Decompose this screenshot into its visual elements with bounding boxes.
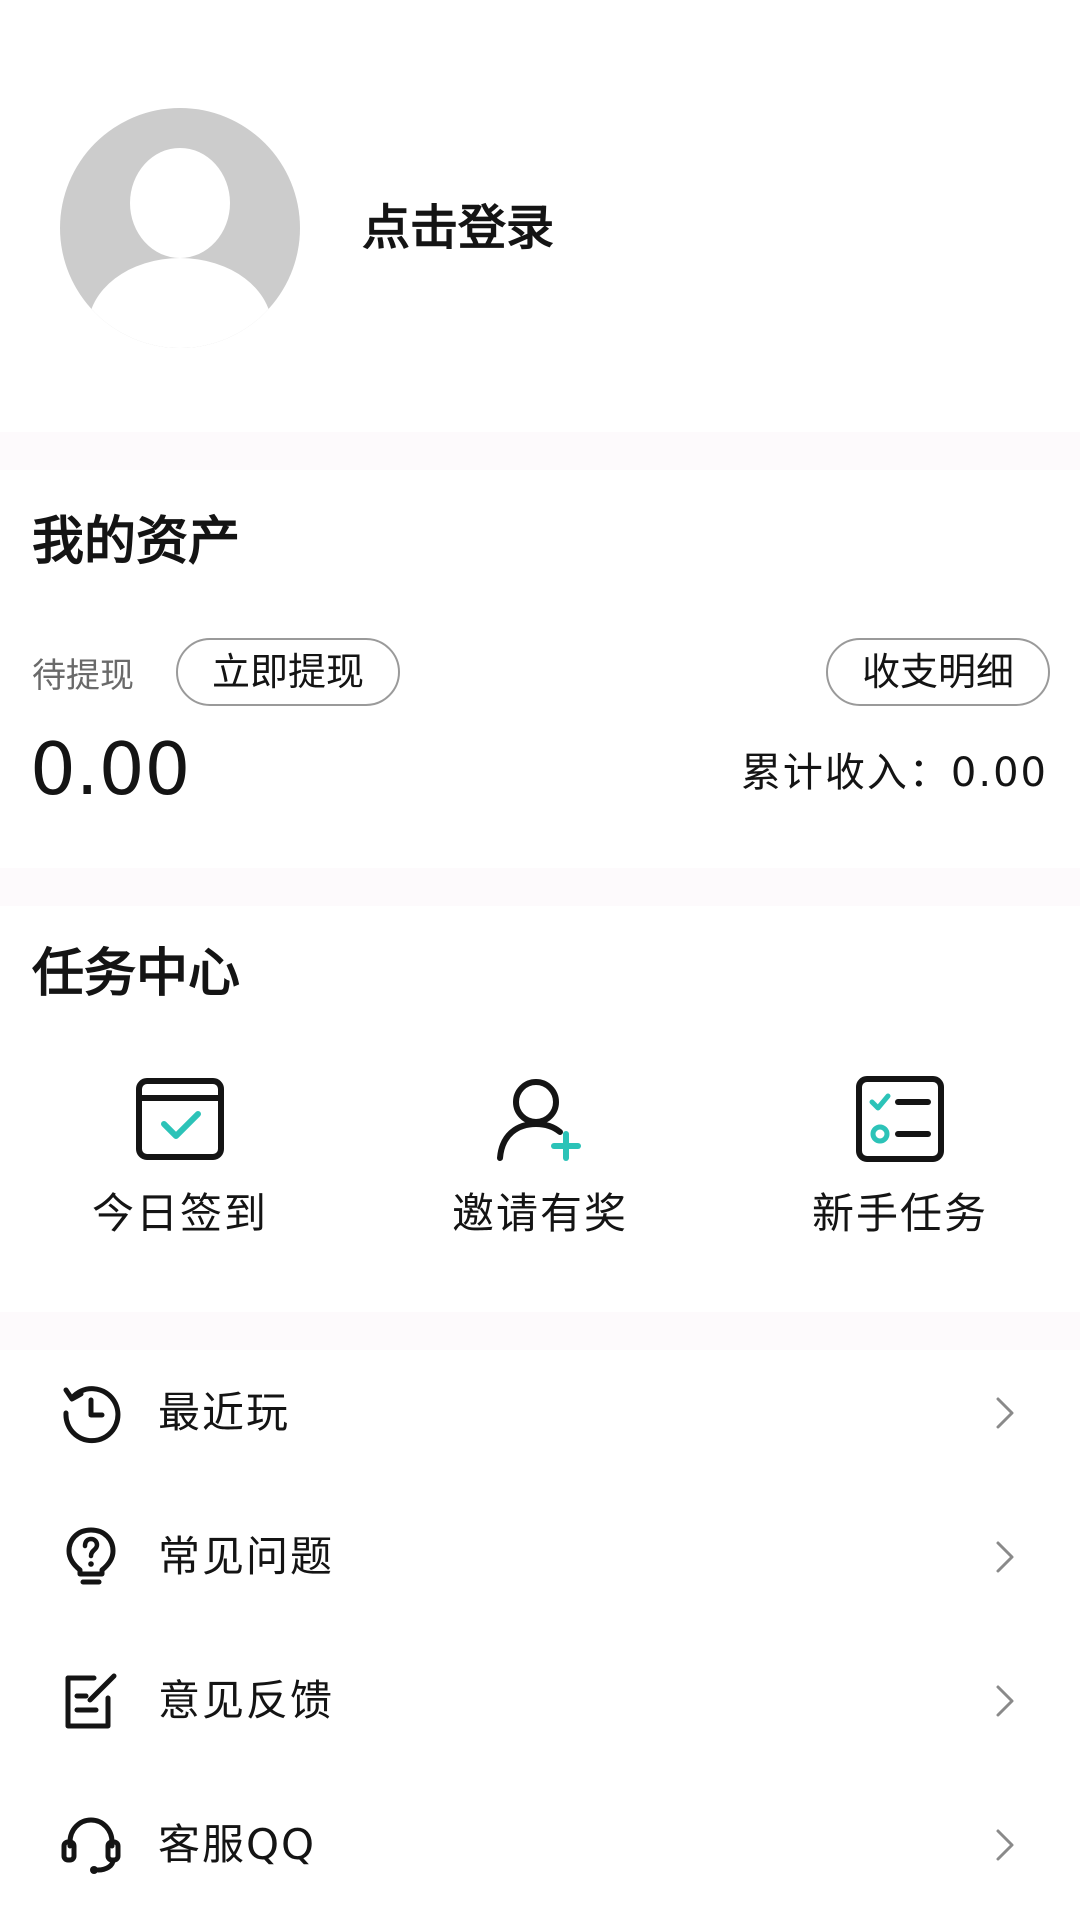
- pending-withdraw-label: 待提现: [32, 656, 134, 696]
- assets-title: 我的资产: [32, 512, 241, 572]
- menu-item-label: 最近玩: [158, 1388, 291, 1437]
- chevron-right-icon: [996, 1685, 1014, 1717]
- balance-value: 0.00: [30, 727, 191, 811]
- total-income: 累计收入：0.00: [740, 750, 1048, 796]
- avatar-head: [130, 148, 230, 258]
- chevron-right-icon: [996, 1829, 1014, 1861]
- task-label: 今日签到: [91, 1189, 268, 1238]
- calendar-check-icon: [136, 1078, 224, 1160]
- section-divider: [0, 868, 1080, 906]
- menu-item-label: 意见反馈: [158, 1676, 335, 1725]
- menu-item-customer-service[interactable]: 客服QQ: [0, 1772, 1080, 1916]
- withdraw-button[interactable]: 立即提现: [176, 638, 400, 706]
- task-center-title: 任务中心: [32, 944, 241, 1004]
- profile-header[interactable]: 点击登录: [0, 0, 1080, 432]
- checklist-icon: [856, 1076, 944, 1162]
- task-label: 新手任务: [811, 1189, 988, 1238]
- menu-item-label: 常见问题: [158, 1532, 335, 1581]
- menu-item-label: 客服QQ: [158, 1820, 317, 1869]
- task-label: 邀请有奖: [451, 1189, 628, 1238]
- profile-page: 点击登录 我的资产 待提现 立即提现 收支明细 0.00 累计收入：0.00 任…: [0, 0, 1080, 1920]
- history-icon: [63, 1386, 121, 1444]
- income-details-button[interactable]: 收支明细: [826, 638, 1050, 706]
- menu-item-feedback[interactable]: 意见反馈: [0, 1628, 1080, 1772]
- login-link[interactable]: 点击登录: [362, 198, 554, 258]
- help-bulb-icon: [66, 1527, 116, 1585]
- chevron-right-icon: [996, 1541, 1014, 1573]
- avatar-body: [88, 258, 272, 348]
- avatar[interactable]: [60, 108, 300, 348]
- section-divider: [0, 432, 1080, 470]
- edit-note-icon: [65, 1673, 117, 1729]
- headset-icon: [61, 1817, 121, 1874]
- menu-item-recent[interactable]: 最近玩: [0, 1340, 1080, 1484]
- task-invite-reward[interactable]: 邀请有奖: [390, 1076, 690, 1240]
- menu-item-faq[interactable]: 常见问题: [0, 1484, 1080, 1628]
- chevron-right-icon: [996, 1397, 1014, 1429]
- task-daily-checkin[interactable]: 今日签到: [30, 1076, 330, 1240]
- task-newbie[interactable]: 新手任务: [750, 1076, 1050, 1240]
- user-plus-icon: [497, 1079, 581, 1161]
